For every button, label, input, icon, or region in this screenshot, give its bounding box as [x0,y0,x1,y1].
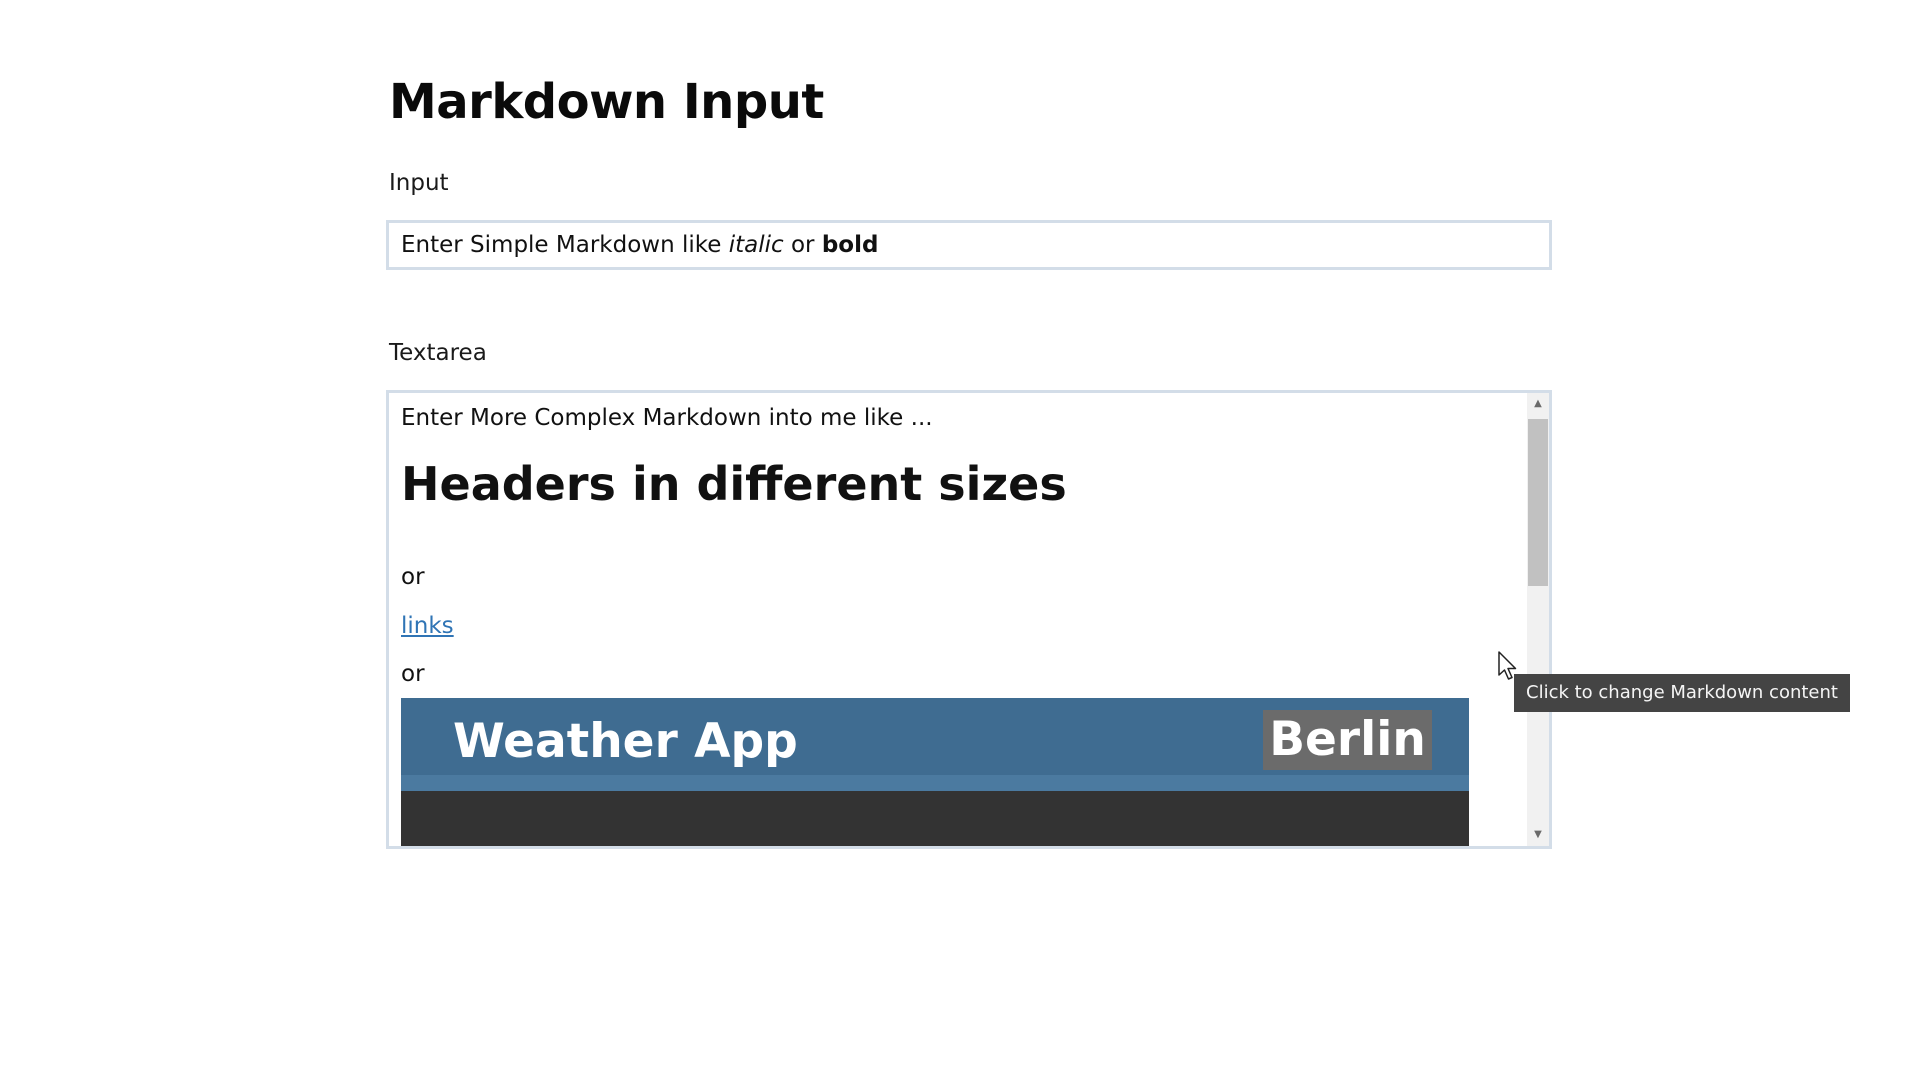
input-label: Input [389,170,449,196]
scroll-down-arrow-icon[interactable]: ▼ [1527,825,1549,845]
input-text-prefix: Enter Simple Markdown like [401,232,729,258]
textarea-scrollbar[interactable]: ▲ ▼ [1527,393,1549,846]
input-text-bold: bold [821,232,879,258]
markdown-textarea[interactable]: Enter More Complex Markdown into me like… [386,390,1552,849]
page: Markdown Input Input Enter Simple Markdo… [0,0,1919,1079]
weather-app-title: Weather App [453,714,798,769]
textarea-or-text-2: or [401,661,425,687]
input-text-middle: or [783,232,822,258]
textarea-intro-text: Enter More Complex Markdown into me like… [401,405,933,431]
input-text-italic: italic [728,232,784,258]
textarea-link[interactable]: links [401,611,454,641]
tooltip: Click to change Markdown content [1514,674,1850,712]
markdown-input-field[interactable]: Enter Simple Markdown like italic or bol… [386,220,1552,270]
weather-dark-panel [401,791,1469,846]
weather-city-badge: Berlin [1263,710,1432,770]
weather-app-image: Weather App Berlin [401,698,1469,846]
weather-header-strip [401,775,1469,791]
textarea-or-text: or [401,564,425,590]
page-title: Markdown Input [389,74,824,130]
textarea-heading: Headers in different sizes [401,457,1067,511]
textarea-label: Textarea [389,340,487,366]
scroll-up-arrow-icon[interactable]: ▲ [1527,394,1549,414]
scrollbar-thumb[interactable] [1528,419,1548,586]
